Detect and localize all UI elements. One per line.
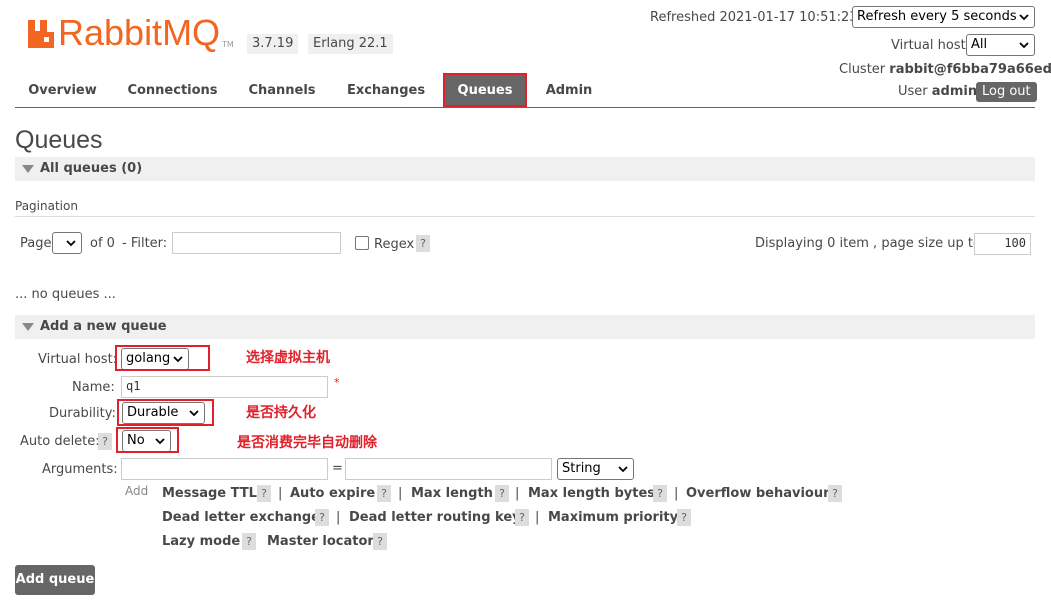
chevron-down-icon <box>1019 14 1029 21</box>
refresh-select[interactable]: Refresh every 5 seconds <box>852 6 1035 28</box>
arg-lazy-mode[interactable]: Lazy mode <box>162 534 240 549</box>
add-argument-label: Add <box>125 484 149 498</box>
brand-tm: TM <box>222 40 234 49</box>
arg-master-locator-help[interactable]: ? <box>373 533 387 550</box>
arg-max-length-help[interactable]: ? <box>495 485 509 502</box>
arg-dead-letter-exchange-help[interactable]: ? <box>315 509 329 526</box>
all-queues-section[interactable]: All queues (0) <box>15 157 1035 181</box>
separator: | <box>515 486 520 501</box>
regex-help[interactable]: ? <box>416 235 430 252</box>
arg-auto-expire[interactable]: Auto expire <box>290 486 375 501</box>
erlang-badge: Erlang 22.1 <box>308 34 393 54</box>
arg-max-length-bytes-help[interactable]: ? <box>653 485 667 502</box>
pagination-divider <box>15 216 1035 217</box>
highlight-vhost <box>115 345 210 371</box>
argument-value-input[interactable] <box>345 458 552 480</box>
equals-sign: = <box>332 461 343 476</box>
collapse-triangle-icon <box>22 323 34 331</box>
regex-label: Regex <box>374 237 415 252</box>
page-title: Queues <box>15 126 103 154</box>
separator: | <box>336 510 341 525</box>
arg-lazy-mode-help[interactable]: ? <box>242 533 256 550</box>
version-badge: 3.7.19 <box>247 34 299 54</box>
brand-name: RabbitMQ <box>58 12 221 53</box>
filter-input[interactable] <box>172 232 341 254</box>
tab-overview[interactable]: Overview <box>15 74 110 107</box>
add-queue-section-label: Add a new queue <box>40 319 167 334</box>
auto-delete-help[interactable]: ? <box>98 433 112 450</box>
arg-master-locator[interactable]: Master locator <box>267 534 374 549</box>
arg-dead-letter-exchange[interactable]: Dead letter exchange <box>162 510 320 525</box>
vhost-label: Virtual host <box>891 38 966 53</box>
tab-channels[interactable]: Channels <box>237 74 327 107</box>
page-size-input[interactable]: 100 <box>974 233 1031 255</box>
aq-auto-delete-label: Auto delete: <box>20 434 100 449</box>
chevron-down-icon <box>618 466 628 473</box>
annotation-durability: 是否持久化 <box>246 405 316 421</box>
tab-exchanges[interactable]: Exchanges <box>339 74 433 107</box>
chevron-down-icon <box>1019 42 1029 49</box>
arg-message-ttl-help[interactable]: ? <box>257 485 271 502</box>
arg-max-length-bytes[interactable]: Max length bytes <box>528 486 655 501</box>
separator: | <box>398 486 403 501</box>
all-queues-label: All queues (0) <box>40 161 143 176</box>
aq-arguments-label: Arguments: <box>42 462 118 477</box>
arg-dead-letter-routing-key-help[interactable]: ? <box>515 509 529 526</box>
annotation-vhost: 选择虚拟主机 <box>246 350 330 366</box>
page-of-label: of 0 <box>90 236 115 251</box>
arg-maximum-priority-help[interactable]: ? <box>677 509 691 526</box>
aq-vhost-label: Virtual host: <box>38 352 118 367</box>
arg-max-length[interactable]: Max length <box>411 486 493 501</box>
arg-maximum-priority[interactable]: Maximum priority <box>548 510 678 525</box>
aq-name-label: Name: <box>72 380 115 395</box>
separator: | <box>535 510 540 525</box>
separator: | <box>674 486 679 501</box>
argument-type-value: String <box>562 461 601 476</box>
add-queue-button[interactable]: Add queue <box>15 565 95 595</box>
argument-key-input[interactable] <box>121 458 328 480</box>
refreshed-text: Refreshed 2021-01-17 10:51:23 <box>650 10 858 25</box>
arg-overflow-behaviour-help[interactable]: ? <box>828 485 842 502</box>
arg-dead-letter-routing-key[interactable]: Dead letter routing key <box>349 510 521 525</box>
vhost-select-value: All <box>971 37 988 52</box>
page-select[interactable] <box>52 232 82 254</box>
add-queue-section[interactable]: Add a new queue <box>15 315 1035 339</box>
displaying-text: Displaying 0 item , page size up to: <box>755 236 986 251</box>
arg-overflow-behaviour[interactable]: Overflow behaviour <box>686 486 830 501</box>
annotation-auto-delete: 是否消费完毕自动删除 <box>237 435 377 451</box>
pagination-label: Pagination <box>15 199 78 213</box>
highlight-auto-delete <box>116 427 179 453</box>
regex-checkbox[interactable] <box>355 236 369 250</box>
highlight-queues-tab <box>443 73 527 107</box>
aq-durability-label: Durability: <box>49 406 116 421</box>
aq-name-input[interactable]: q1 <box>121 376 328 398</box>
argument-type-select[interactable]: String <box>557 458 634 480</box>
vhost-select[interactable]: All <box>966 34 1035 56</box>
chevron-down-icon <box>66 240 76 247</box>
separator: | <box>278 486 283 501</box>
highlight-durability <box>117 399 214 426</box>
tab-admin[interactable]: Admin <box>537 74 601 107</box>
rabbitmq-logo-icon <box>28 20 54 48</box>
collapse-triangle-icon <box>22 165 34 173</box>
tab-connections[interactable]: Connections <box>119 74 226 107</box>
no-queues-text: ... no queues ... <box>15 287 116 302</box>
filter-label: - Filter: <box>122 236 168 251</box>
arg-message-ttl[interactable]: Message TTL <box>162 486 257 501</box>
required-mark: * <box>334 376 340 389</box>
refresh-select-value: Refresh every 5 seconds <box>857 9 1017 24</box>
page-label: Page <box>20 236 52 251</box>
arg-auto-expire-help[interactable]: ? <box>377 485 391 502</box>
